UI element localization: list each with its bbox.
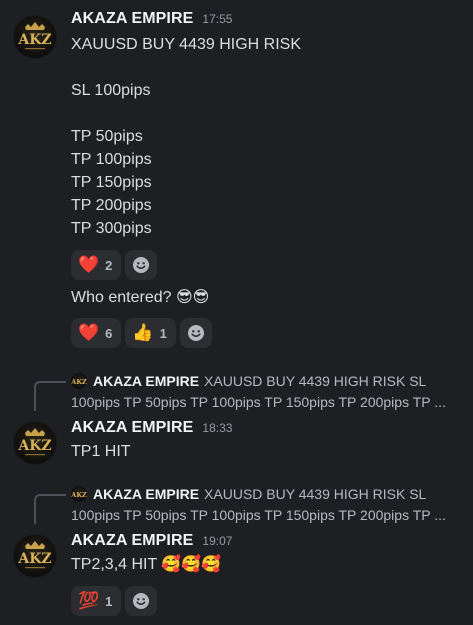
reply-spine [34, 494, 66, 524]
hundred-points-icon: 💯 [78, 590, 100, 611]
reaction-count: 1 [159, 325, 167, 341]
avatar[interactable]: AKZ [13, 421, 57, 465]
reaction-count: 6 [105, 325, 113, 341]
avatar[interactable]: AKZ [13, 15, 57, 59]
add-reaction-button[interactable] [125, 586, 158, 616]
message-line: TP 200pips [71, 197, 152, 214]
thumbs-up-icon: 👍 [132, 322, 154, 343]
message-line: TP 50pips [71, 128, 143, 145]
reply-avatar: AKZ [71, 486, 87, 502]
reactions-bar: 💯 1 [71, 586, 158, 616]
avatar-logo-text: AKZ [17, 551, 51, 567]
message-line: TP1 HIT [71, 443, 131, 460]
username[interactable]: AKAZA EMPIRE [71, 532, 193, 550]
message-line: TP 150pips [71, 174, 152, 191]
username[interactable]: AKAZA EMPIRE [71, 419, 193, 437]
message-line: Who entered? 😎😎 [71, 289, 210, 306]
reactions-bar: ❤️ 6 👍 1 [71, 318, 212, 348]
message-line: TP 300pips [71, 220, 152, 237]
akz-logo-icon: AKZ [17, 541, 52, 569]
add-reaction-button[interactable] [125, 250, 158, 280]
reaction-count: 1 [105, 593, 113, 609]
reaction-thumbs-up[interactable]: 👍 1 [125, 318, 176, 348]
reply-preview-continued[interactable]: 100pips TP 50pips TP 100pips TP 150pips … [71, 507, 461, 523]
reaction-heart[interactable]: ❤️ 2 [71, 250, 122, 280]
akz-logo-icon: AKZ [17, 428, 52, 456]
reply-preview-continued[interactable]: 100pips TP 50pips TP 100pips TP 150pips … [71, 394, 461, 410]
username[interactable]: AKAZA EMPIRE [71, 10, 193, 28]
reply-reference[interactable]: AKZ AKAZA EMPIRE XAUUSD BUY 4439 HIGH RI… [71, 486, 426, 502]
message-line: XAUUSD BUY 4439 HIGH RISK [71, 36, 302, 53]
message-line: SL 100pips [71, 82, 151, 99]
akz-logo-icon: AKZ [17, 22, 52, 50]
reactions-bar: ❤️ 2 [71, 250, 158, 280]
avatar-logo-text: AKZ [17, 438, 51, 454]
message-header: AKAZA EMPIRE 19:07 [71, 532, 232, 550]
chat-screen: AKZ AKAZA EMPIRE 17:55 XAUUSD BUY 4439 H… [0, 0, 473, 625]
reply-spine [34, 381, 66, 411]
reply-preview: XAUUSD BUY 4439 HIGH RISK SL [204, 486, 427, 502]
reply-username[interactable]: AKAZA EMPIRE [93, 486, 199, 502]
avatar-logo-text: AKZ [17, 32, 51, 48]
add-reaction-button[interactable] [179, 318, 212, 348]
smiley-icon [133, 257, 150, 273]
message-line: TP 100pips [71, 151, 152, 168]
heart-icon: ❤️ [78, 254, 100, 275]
timestamp: 19:07 [202, 534, 233, 548]
reply-username[interactable]: AKAZA EMPIRE [93, 373, 199, 389]
reply-avatar-logo-text: AKZ [71, 378, 87, 386]
timestamp: 17:55 [202, 12, 233, 26]
timestamp: 18:33 [202, 421, 233, 435]
heart-icon: ❤️ [78, 322, 100, 343]
reaction-hundred-points[interactable]: 💯 1 [71, 586, 122, 616]
akz-logo-icon: AKZ [71, 491, 87, 499]
message-line: TP2,3,4 HIT 🥰🥰🥰 [71, 556, 222, 573]
message-header: AKAZA EMPIRE 18:33 [71, 419, 232, 437]
reaction-heart[interactable]: ❤️ 6 [71, 318, 122, 348]
avatar[interactable]: AKZ [13, 534, 57, 578]
smiley-icon [187, 325, 204, 341]
reply-avatar-logo-text: AKZ [71, 491, 87, 499]
reply-preview: XAUUSD BUY 4439 HIGH RISK SL [204, 373, 427, 389]
reply-avatar: AKZ [71, 373, 87, 389]
reply-reference[interactable]: AKZ AKAZA EMPIRE XAUUSD BUY 4439 HIGH RI… [71, 373, 426, 389]
message-header: AKAZA EMPIRE 17:55 [71, 10, 232, 28]
akz-logo-icon: AKZ [71, 378, 87, 386]
smiley-icon [133, 593, 150, 609]
reaction-count: 2 [105, 257, 113, 273]
